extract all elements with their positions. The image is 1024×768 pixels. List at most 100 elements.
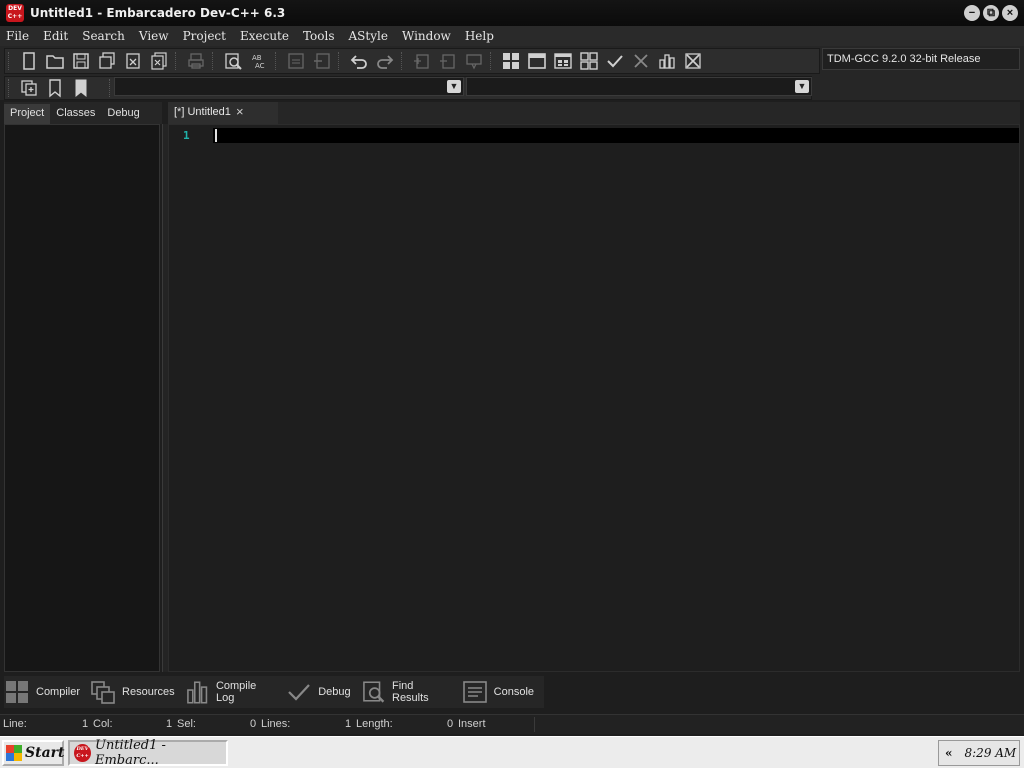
tab-compile-log[interactable]: Compile Log — [185, 679, 287, 705]
profile-icon[interactable] — [654, 50, 680, 72]
chevron-down-icon[interactable]: ▼ — [795, 80, 809, 93]
save-icon[interactable] — [68, 50, 94, 72]
toggle-bookmark-icon[interactable] — [42, 77, 68, 99]
close-button[interactable]: × — [1002, 5, 1018, 21]
rebuild-all-icon[interactable] — [576, 50, 602, 72]
unindent-icon[interactable] — [309, 50, 335, 72]
tab-compiler[interactable]: Compiler — [4, 679, 90, 705]
replace-icon[interactable]: AB AC — [246, 50, 272, 72]
find-icon[interactable] — [220, 50, 246, 72]
compiler-select[interactable]: TDM-GCC 9.2.0 32-bit Release — [822, 48, 1020, 70]
close-all-icon[interactable] — [146, 50, 172, 72]
text-caret — [215, 129, 217, 142]
menu-astyle[interactable]: AStyle — [349, 29, 388, 43]
status-sel-label: Sel: — [177, 718, 196, 730]
menu-project[interactable]: Project — [183, 29, 226, 43]
indent-icon[interactable] — [283, 50, 309, 72]
compile-run-icon[interactable] — [550, 50, 576, 72]
toolbar-grip[interactable] — [490, 52, 494, 70]
app-icon: DEV C++ — [6, 4, 24, 22]
toolbar-grip[interactable] — [8, 52, 12, 70]
project-panel[interactable] — [4, 124, 160, 672]
undo-icon[interactable] — [346, 50, 372, 72]
delete-profile-icon[interactable] — [680, 50, 706, 72]
clean-icon[interactable] — [628, 50, 654, 72]
status-lines-value: 0 — [250, 718, 257, 730]
open-folder-icon[interactable] — [42, 50, 68, 72]
tab-untitled1[interactable]: [*] Untitled1 × — [168, 102, 278, 124]
status-col-label: Col: — [93, 718, 113, 730]
class-browser-combo[interactable]: ▼ — [114, 77, 464, 96]
print-icon[interactable] — [183, 50, 209, 72]
menu-edit[interactable]: Edit — [43, 29, 68, 43]
member-browser-combo[interactable]: ▼ — [466, 77, 812, 96]
restore-button[interactable]: ⧉ — [983, 5, 999, 21]
menu-view[interactable]: View — [139, 29, 169, 43]
tab-resources-label: Resources — [122, 686, 175, 698]
status-mode-value: 0 — [447, 718, 454, 730]
redo-icon[interactable] — [372, 50, 398, 72]
chevron-down-icon[interactable]: ▼ — [447, 80, 461, 93]
save-all-icon[interactable] — [94, 50, 120, 72]
tab-debug[interactable]: Debug — [101, 104, 145, 124]
clock[interactable]: 8:29 AM — [965, 746, 1017, 760]
taskbar: Start DEV C++ Untitled1 - Embarc... « 8:… — [0, 736, 1024, 768]
goto-bookmark-icon[interactable] — [68, 77, 94, 99]
menu-search[interactable]: Search — [82, 29, 125, 43]
tray-expand-icon[interactable]: « — [945, 746, 953, 760]
devcpp-icon-label: DEV C++ — [76, 746, 89, 759]
system-tray: « 8:29 AM — [938, 740, 1020, 766]
toolbar-grip[interactable] — [338, 52, 342, 70]
add-to-project-icon[interactable] — [409, 50, 435, 72]
taskbar-task-label: Untitled1 - Embarc... — [94, 738, 166, 768]
main-toolbar: AB AC — [4, 48, 820, 74]
tab-debug-output[interactable]: Debug — [286, 679, 360, 705]
close-file-icon[interactable] — [120, 50, 146, 72]
title-bar[interactable]: DEV C++ Untitled1 - Embarcadero Dev-C++ … — [0, 0, 1024, 26]
remove-from-project-icon[interactable] — [435, 50, 461, 72]
menu-window[interactable]: Window — [402, 29, 451, 43]
toolbar-grip[interactable] — [212, 52, 216, 70]
check-syntax-icon[interactable] — [602, 50, 628, 72]
insert-icon[interactable] — [16, 77, 42, 99]
tab-find-results-label: Find Results — [392, 680, 429, 704]
code-editor[interactable]: 1 — [168, 124, 1020, 672]
compiler-icon — [6, 681, 28, 703]
toolbar-grip[interactable] — [275, 52, 279, 70]
start-button[interactable]: Start — [2, 740, 65, 766]
tab-project[interactable]: Project — [4, 104, 51, 124]
tab-compiler-label: Compiler — [36, 686, 81, 698]
windows-logo-icon — [6, 745, 22, 761]
svg-text:AC: AC — [255, 62, 265, 70]
current-line-highlight — [213, 128, 1019, 143]
minimize-button[interactable]: − — [964, 5, 980, 21]
project-options-icon[interactable] — [461, 50, 487, 72]
close-icon[interactable]: × — [236, 104, 244, 119]
status-length-label: Length: — [356, 718, 393, 730]
bottom-panel-tabs: Compiler Resources Compile Log Debug Fin… — [4, 676, 544, 708]
tab-find-results[interactable]: Find Results — [361, 679, 462, 705]
taskbar-devcpp-button[interactable]: DEV C++ Untitled1 - Embarc... — [68, 738, 228, 768]
run-icon[interactable] — [524, 50, 550, 72]
toolbar-grip[interactable] — [401, 52, 405, 70]
tab-classes[interactable]: Classes — [50, 104, 101, 124]
status-lines-label: Lines: — [261, 718, 291, 730]
tab-resources[interactable]: Resources — [90, 679, 185, 705]
toolbar-grip[interactable] — [109, 79, 113, 97]
window-title: Untitled1 - Embarcadero Dev-C++ 6.3 — [30, 6, 286, 20]
toolbar-grip[interactable] — [8, 79, 12, 97]
toolbar-grip[interactable] — [175, 52, 179, 70]
svg-text:AB: AB — [252, 54, 262, 62]
compile-log-icon — [186, 681, 207, 704]
new-file-icon[interactable] — [16, 50, 42, 72]
compile-icon[interactable] — [498, 50, 524, 72]
menu-file[interactable]: File — [6, 29, 29, 43]
menu-execute[interactable]: Execute — [240, 29, 289, 43]
left-panel-tabs: Project Classes Debug — [4, 102, 162, 124]
tab-console[interactable]: Console — [462, 679, 544, 705]
tab-debug-label: Debug — [318, 686, 351, 698]
tab-compile-log-label: Compile Log — [215, 680, 257, 704]
find-results-icon — [362, 681, 384, 703]
menu-help[interactable]: Help — [465, 29, 494, 43]
menu-tools[interactable]: Tools — [303, 29, 335, 43]
